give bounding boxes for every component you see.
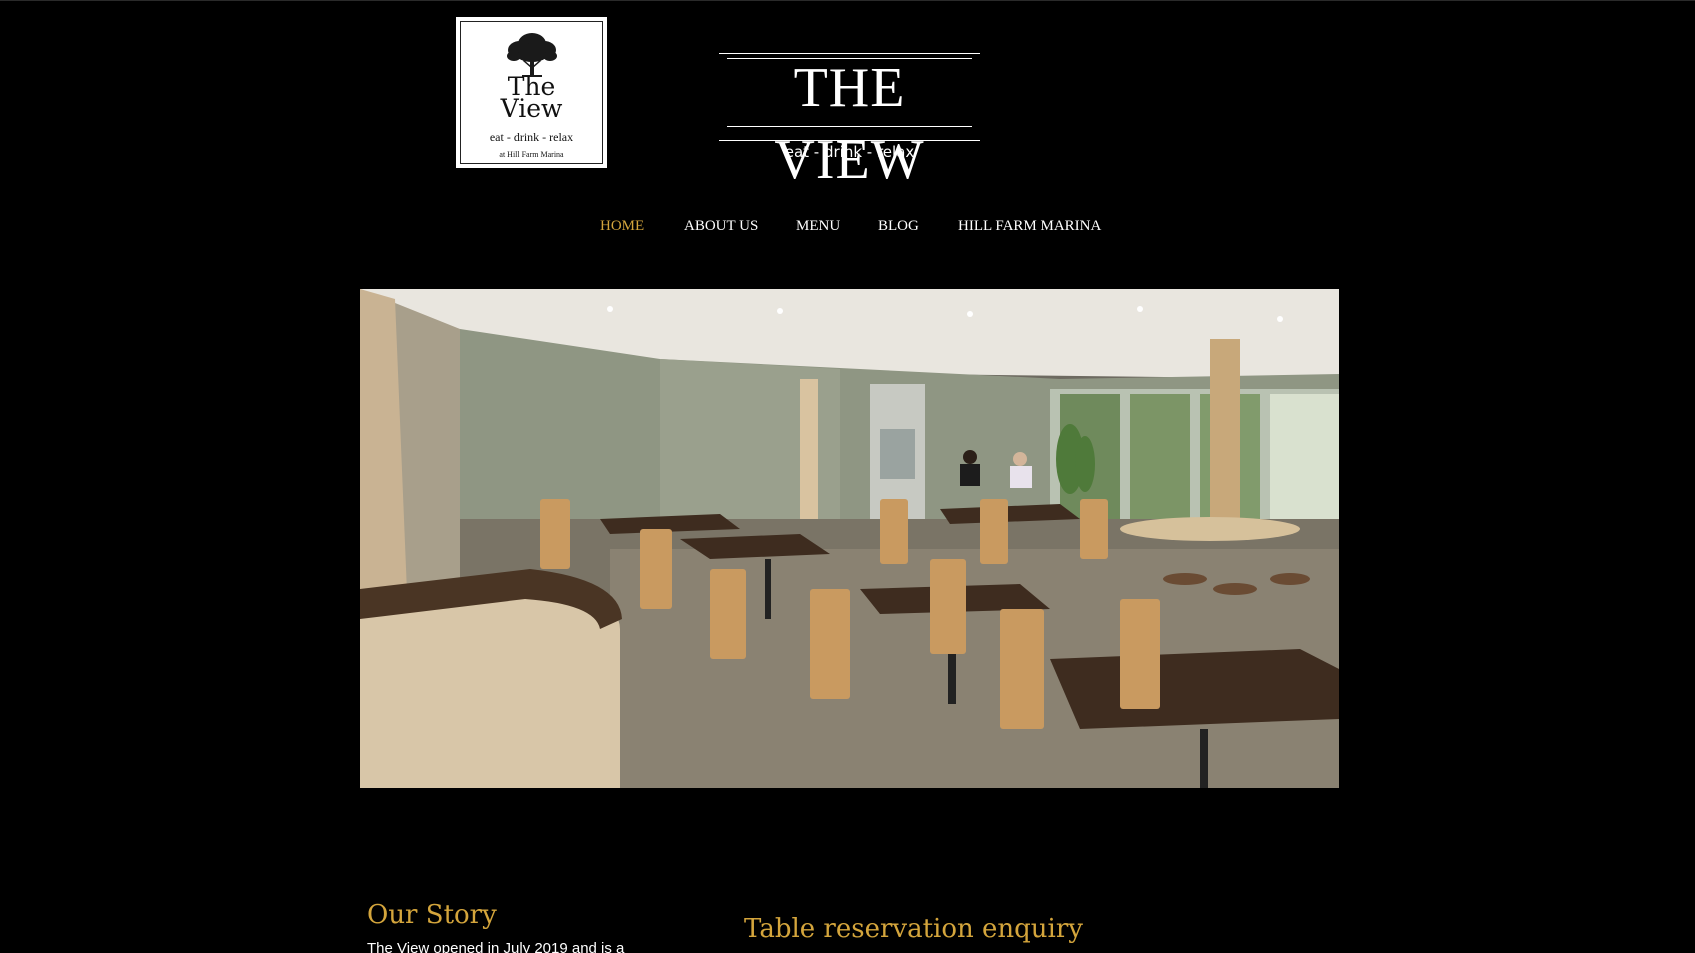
nav-item-home[interactable]: HOME	[600, 218, 644, 235]
site-tagline: eat - drink - relax	[784, 143, 915, 161]
top-border	[0, 0, 1695, 1]
nav-item-blog[interactable]: BLOG	[878, 218, 919, 235]
logo-subline: at Hill Farm Marina	[499, 150, 564, 159]
nav-item-menu[interactable]: MENU	[796, 218, 840, 235]
site-title: THE VIEW	[774, 57, 925, 191]
title-rule-bottom-outer	[719, 140, 980, 141]
logo-frame: The View eat - drink - relax at Hill Far…	[460, 21, 603, 164]
logo-name: The View	[461, 74, 602, 123]
title-rule-bottom-inner	[727, 126, 972, 127]
our-story-heading: Our Story	[367, 900, 497, 930]
tree-icon	[506, 33, 557, 77]
logo-tagline: eat - drink - relax	[489, 130, 574, 144]
nav-item-hill-farm-marina[interactable]: HILL FARM MARINA	[958, 218, 1101, 235]
site-logo[interactable]: The View eat - drink - relax at Hill Far…	[456, 17, 607, 168]
restaurant-interior-image	[360, 289, 1339, 788]
table-reservation-heading: Table reservation enquiry	[744, 914, 1083, 944]
hero-image	[360, 289, 1339, 788]
nav-item-about-us[interactable]: ABOUT US	[684, 218, 758, 235]
logo-name-line2: View	[500, 94, 563, 123]
our-story-text: The View opened in July 2019 and is a	[367, 940, 625, 953]
